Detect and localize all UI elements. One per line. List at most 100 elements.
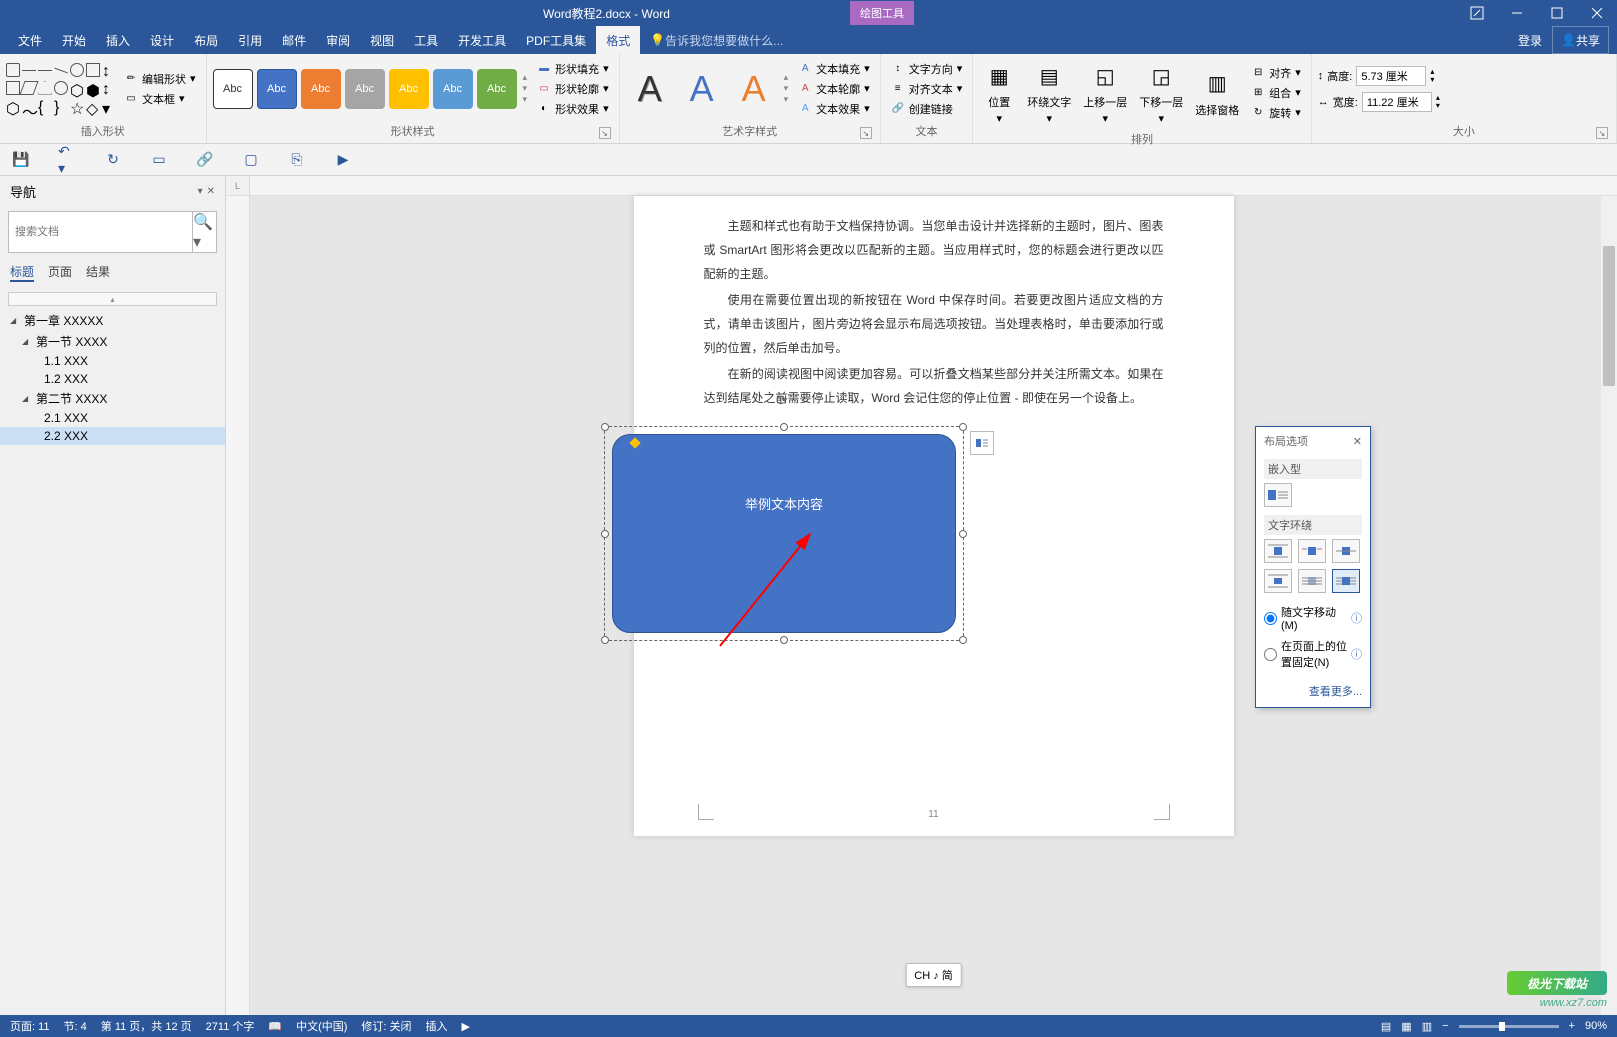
- wrap-text-button[interactable]: ▤环绕文字▾: [1023, 56, 1075, 129]
- shape-text[interactable]: 举例文本内容: [745, 494, 823, 513]
- shape-rounded-rect[interactable]: ⟳ 举例文本内容: [604, 426, 964, 641]
- width-spinner[interactable]: ▴▾: [1436, 94, 1440, 110]
- style-swatch-lightblue[interactable]: Abc: [433, 69, 473, 109]
- tab-developer[interactable]: 开发工具: [448, 26, 516, 54]
- copy-icon[interactable]: ⎘: [288, 151, 306, 169]
- height-input[interactable]: [1356, 66, 1426, 86]
- new-icon[interactable]: ▭: [150, 151, 168, 169]
- resize-handle-bm[interactable]: [780, 636, 788, 644]
- layout-wrap-tight[interactable]: [1298, 539, 1326, 563]
- tab-mailings[interactable]: 邮件: [272, 26, 316, 54]
- paragraph-1[interactable]: 主题和样式也有助于文档保持协调。当您单击设计并选择新的主题时，图片、图表或 Sm…: [704, 214, 1164, 286]
- document-area[interactable]: 主题和样式也有助于文档保持协调。当您单击设计并选择新的主题时，图片、图表或 Sm…: [250, 176, 1617, 1015]
- paragraph-2[interactable]: 使用在需要位置出现的新按钮在 Word 中保存时间。若要更改图片适应文档的方式，…: [704, 288, 1164, 360]
- info-icon[interactable]: ⓘ: [1351, 610, 1362, 626]
- shape-outline-button[interactable]: ▭形状轮廓 ▾: [533, 79, 613, 99]
- corner-adjust-handle[interactable]: [629, 437, 640, 448]
- maximize-button[interactable]: [1537, 0, 1577, 26]
- style-swatch-blue[interactable]: Abc: [257, 69, 297, 109]
- layout-move-with-text[interactable]: 随文字移动(M) ⓘ: [1264, 601, 1362, 635]
- save-icon[interactable]: 💾: [12, 151, 30, 169]
- status-language[interactable]: 中文(中国): [296, 1018, 347, 1034]
- nav-dropdown-icon[interactable]: ▾: [198, 186, 203, 197]
- dialog-launcher-shape[interactable]: ↘: [599, 127, 611, 139]
- nav-item-2-2[interactable]: 2.2 XXX: [0, 427, 225, 445]
- tab-insert[interactable]: 插入: [96, 26, 140, 54]
- zoom-level[interactable]: 90%: [1585, 1020, 1607, 1032]
- text-effects-button[interactable]: A文本效果 ▾: [794, 99, 874, 119]
- style-swatch-yellow[interactable]: Abc: [389, 69, 429, 109]
- selection-pane-button[interactable]: ▥选择窗格: [1191, 64, 1243, 122]
- text-fill-button[interactable]: A文本填充 ▾: [794, 59, 874, 79]
- tab-pdf[interactable]: PDF工具集: [516, 26, 596, 54]
- nav-item-2-1[interactable]: 2.1 XXX: [0, 409, 225, 427]
- zoom-slider[interactable]: [1459, 1025, 1559, 1028]
- info-icon[interactable]: ⓘ: [1351, 646, 1362, 662]
- dialog-launcher-size[interactable]: ↘: [1596, 127, 1608, 139]
- wordart-style-2[interactable]: A: [678, 68, 726, 110]
- view-print-icon[interactable]: ▦: [1401, 1020, 1411, 1033]
- share-button[interactable]: 👤 共享: [1552, 26, 1609, 54]
- nav-search-button[interactable]: 🔍 ▾: [192, 212, 216, 252]
- resize-handle-bl[interactable]: [601, 636, 609, 644]
- wordart-style-1[interactable]: A: [626, 68, 674, 110]
- radio-fix-position[interactable]: [1264, 648, 1277, 661]
- nav-close-icon[interactable]: ✕: [207, 186, 215, 197]
- status-track[interactable]: 修订: 关闭: [361, 1018, 411, 1034]
- view-web-icon[interactable]: ▥: [1422, 1020, 1432, 1033]
- tell-me[interactable]: 💡 告诉我您想要做什么...: [640, 26, 793, 54]
- status-section[interactable]: 节: 4: [64, 1018, 87, 1034]
- wordart-gallery-scroll[interactable]: ▴▾▾: [782, 72, 791, 105]
- style-swatch-orange[interactable]: Abc: [301, 69, 341, 109]
- nav-item-s1[interactable]: ◢第一节 XXXX: [0, 331, 225, 352]
- vertical-scrollbar[interactable]: [1601, 196, 1617, 1015]
- layout-wrap-behind[interactable]: [1298, 569, 1326, 593]
- tab-tools[interactable]: 工具: [404, 26, 448, 54]
- shape-fill-button[interactable]: ▬形状填充 ▾: [533, 59, 613, 79]
- nav-item-ch1[interactable]: ◢第一章 XXXXX: [0, 310, 225, 331]
- align-text-button[interactable]: ≡对齐文本 ▾: [887, 79, 967, 99]
- contextual-tab-drawing-tools[interactable]: 绘图工具: [850, 1, 914, 25]
- layout-popup-close[interactable]: ✕: [1353, 435, 1362, 448]
- rotate-handle[interactable]: ⟳: [776, 392, 792, 408]
- send-backward-button[interactable]: ◲下移一层▾: [1135, 56, 1187, 129]
- status-page[interactable]: 页面: 11: [10, 1018, 50, 1034]
- nav-collapse-bar[interactable]: ▴: [8, 292, 217, 306]
- tab-format[interactable]: 格式: [596, 26, 640, 54]
- redo-icon[interactable]: ↻: [104, 151, 122, 169]
- nav-item-1-2[interactable]: 1.2 XXX: [0, 370, 225, 388]
- shape-body[interactable]: 举例文本内容: [612, 434, 956, 633]
- tab-layout[interactable]: 布局: [184, 26, 228, 54]
- ribbon-display-options[interactable]: [1457, 0, 1497, 26]
- style-swatch-outline[interactable]: Abc: [213, 69, 253, 109]
- minimize-button[interactable]: [1497, 0, 1537, 26]
- nav-item-s2[interactable]: ◢第二节 XXXX: [0, 388, 225, 409]
- layout-wrap-through[interactable]: [1332, 539, 1360, 563]
- status-macro-icon[interactable]: ▶: [462, 1020, 470, 1033]
- group-button[interactable]: ⊞组合 ▾: [1247, 83, 1305, 103]
- layout-wrap-square[interactable]: [1264, 539, 1292, 563]
- shape-effects-button[interactable]: ◐形状效果 ▾: [533, 99, 613, 119]
- text-box-button[interactable]: ▭文本框 ▾: [120, 89, 200, 109]
- ime-indicator[interactable]: CH ♪ 简: [905, 963, 962, 987]
- edit-shape-button[interactable]: ✏编辑形状 ▾: [120, 69, 200, 89]
- bring-forward-button[interactable]: ◱上移一层▾: [1079, 56, 1131, 129]
- create-link-button[interactable]: 🔗创建链接: [887, 99, 967, 119]
- zoom-out[interactable]: −: [1442, 1020, 1448, 1032]
- ruler-horizontal[interactable]: [250, 176, 1617, 196]
- shape-gallery[interactable]: ↕ ⬡⬢↕ ⬡〜{}☆◇▾: [6, 63, 116, 115]
- dialog-launcher-wordart[interactable]: ↘: [860, 127, 872, 139]
- view-read-icon[interactable]: ▤: [1381, 1020, 1391, 1033]
- text-direction-button[interactable]: ↕文字方向 ▾: [887, 59, 967, 79]
- style-gallery-scroll[interactable]: ▴▾▾: [521, 72, 530, 105]
- layout-wrap-front[interactable]: [1332, 569, 1360, 593]
- open-icon[interactable]: ▢: [242, 151, 260, 169]
- resize-handle-tm[interactable]: [780, 423, 788, 431]
- present-icon[interactable]: ▶: [334, 151, 352, 169]
- nav-item-1-1[interactable]: 1.1 XXX: [0, 352, 225, 370]
- login-button[interactable]: 登录: [1508, 26, 1552, 54]
- layout-options-button[interactable]: [970, 431, 994, 455]
- tab-file[interactable]: 文件: [8, 26, 52, 54]
- layout-wrap-topbottom[interactable]: [1264, 569, 1292, 593]
- rotate-button[interactable]: ↻旋转 ▾: [1247, 103, 1305, 123]
